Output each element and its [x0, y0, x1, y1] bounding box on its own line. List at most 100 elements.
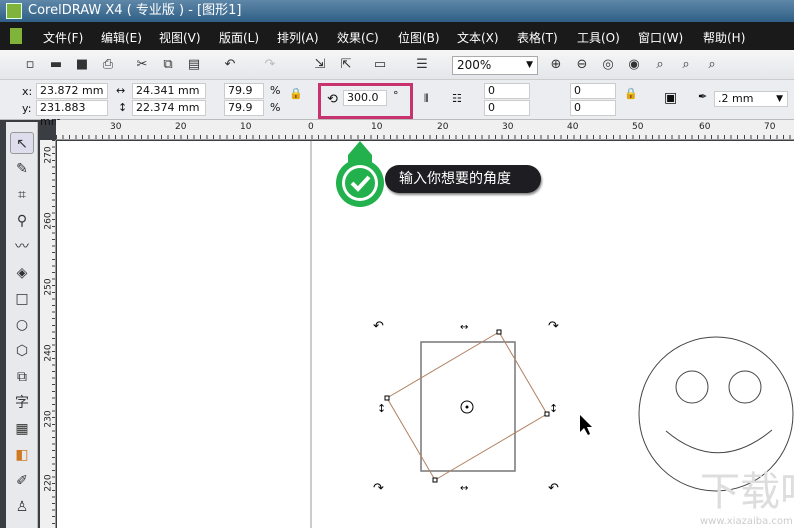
ruler-ticks	[56, 135, 794, 139]
y-label: y:	[22, 102, 32, 115]
lock-ratio-icon[interactable]: 🔒	[289, 87, 303, 100]
mouse-cursor-icon	[580, 415, 592, 435]
rectangle-tool-icon[interactable]: □	[10, 288, 34, 310]
zoom-value: 200%	[457, 58, 492, 72]
skew-handle-icon: ↔	[460, 322, 468, 333]
corner-field-1[interactable]: 0	[484, 83, 530, 99]
wrap-text-icon[interactable]: ▣	[664, 90, 677, 106]
zoom-tool-icon[interactable]: ⚲	[10, 210, 34, 232]
horizontal-ruler[interactable]: 30 20 10 0 10 20 30 40 50 60 70	[56, 120, 794, 140]
table-tool-icon[interactable]: ▦	[10, 418, 34, 440]
height-field[interactable]: 22.374 mm	[132, 100, 206, 116]
polygon-tool-icon[interactable]: ⬡	[10, 340, 34, 362]
menu-effects[interactable]: 效果(C)	[337, 29, 379, 46]
rotate-handle-icon: ↶	[373, 319, 384, 334]
basic-shapes-icon[interactable]: ⧉	[10, 366, 34, 388]
scale-x-field[interactable]: 79.9	[224, 83, 264, 99]
ruler-label: 60	[699, 122, 711, 132]
menu-help[interactable]: 帮助(H)	[703, 29, 745, 46]
menu-edit[interactable]: 编辑(E)	[101, 29, 142, 46]
ruler-label: 10	[371, 122, 383, 132]
new-icon[interactable]: ▫	[22, 57, 38, 73]
interactive-blend-icon[interactable]: ◧	[10, 444, 34, 466]
crop-tool-icon[interactable]: ⌗	[10, 184, 34, 206]
smart-fill-icon[interactable]: ◈	[10, 262, 34, 284]
x-position-field[interactable]: 23.872 mm	[36, 83, 108, 99]
drawing-canvas[interactable]: ↶ ↷ ↷ ↶ ↔ ↔ ↕ ↕ 下载吧 www.xiazaiba.com	[57, 141, 794, 528]
toolbox: ↖ ✎ ⌗ ⚲ 〰 ◈ □ ○ ⬡ ⧉ 字 ▦ ◧ ✐ ♙	[6, 122, 38, 528]
width-field[interactable]: 24.341 mm	[132, 83, 206, 99]
eyedropper-icon[interactable]: ✐	[10, 470, 34, 492]
rotate-handle-icon: ↷	[548, 319, 560, 334]
ruler-label: 40	[567, 122, 579, 132]
text-tool-icon[interactable]: 字	[10, 392, 34, 414]
window-title: CorelDRAW X4 ( 专业版 ) - [图形1]	[28, 3, 242, 18]
menu-file[interactable]: 文件(F)	[43, 29, 83, 46]
percent-label: %	[270, 84, 281, 97]
zoom-selected-icon[interactable]: ◎	[600, 57, 616, 73]
redo-icon[interactable]: ↷	[262, 57, 278, 73]
corner-field-3[interactable]: 0	[570, 83, 616, 99]
chevron-down-icon: ▼	[526, 60, 533, 70]
outline-width-value: .2 mm	[718, 92, 754, 105]
outline-width-select[interactable]: .2 mm ▼	[714, 91, 788, 107]
save-icon[interactable]: ■	[74, 57, 90, 73]
ruler-label: 50	[632, 122, 644, 132]
smiley-face	[638, 336, 794, 492]
app-logo-icon	[6, 3, 22, 19]
chevron-down-icon: ▼	[776, 94, 783, 104]
open-icon[interactable]: ▬	[48, 57, 64, 73]
corner-field-2[interactable]: 0	[484, 100, 530, 116]
menu-table[interactable]: 表格(T)	[517, 29, 558, 46]
x-label: x:	[22, 85, 33, 98]
mirror-horizontal-icon[interactable]: ⫴	[424, 92, 429, 106]
cut-icon[interactable]: ✂	[134, 57, 150, 73]
scale-y-field[interactable]: 79.9	[224, 100, 264, 116]
menu-arrange[interactable]: 排列(A)	[277, 29, 319, 46]
pen-icon: ✒	[698, 90, 708, 103]
ruler-label: 30	[110, 122, 122, 132]
outline-tool-icon[interactable]: ♙	[10, 496, 34, 518]
ruler-label: 30	[502, 122, 514, 132]
menu-view[interactable]: 视图(V)	[159, 29, 201, 46]
menu-text[interactable]: 文本(X)	[457, 29, 499, 46]
ruler-label: 70	[764, 122, 776, 132]
ruler-label: 20	[175, 122, 187, 132]
options-icon[interactable]: ☰	[414, 57, 430, 73]
zoom-height-icon[interactable]: ⌕	[704, 57, 720, 73]
pick-tool-icon[interactable]: ↖	[10, 132, 34, 154]
print-icon[interactable]: ⎙	[100, 57, 116, 73]
green-check-pin-icon	[336, 141, 384, 207]
watermark: 下载吧	[700, 469, 794, 515]
undo-icon[interactable]: ↶	[222, 57, 238, 73]
zoom-level-select[interactable]: 200% ▼	[452, 56, 538, 75]
lock-corners-icon[interactable]: 🔒	[624, 87, 638, 100]
width-icon: ↔	[116, 84, 126, 97]
menu-layout[interactable]: 版面(L)	[219, 29, 259, 46]
vertical-ruler[interactable]: 270 260 250 240 230 220	[40, 140, 56, 528]
zoom-all-icon[interactable]: ◉	[626, 57, 642, 73]
rotation-highlight-box	[318, 83, 413, 119]
menu-tools[interactable]: 工具(O)	[577, 29, 620, 46]
menu-window[interactable]: 窗口(W)	[638, 29, 683, 46]
corner-field-4[interactable]: 0	[570, 100, 616, 116]
canvas-drawing: ↶ ↷ ↷ ↶ ↔ ↔ ↕ ↕ 下载吧 www.xiazaiba.com	[310, 141, 794, 528]
ellipse-tool-icon[interactable]: ○	[10, 314, 34, 336]
rotate-handle-icon: ↶	[548, 481, 559, 496]
mirror-vertical-icon[interactable]: ☷	[452, 92, 462, 105]
skew-handle-icon: ↔	[460, 483, 468, 494]
copy-icon[interactable]: ⧉	[160, 57, 176, 73]
paste-icon[interactable]: ▤	[186, 57, 202, 73]
import-icon[interactable]: ⇲	[312, 57, 328, 73]
zoom-page-icon[interactable]: ⌕	[652, 57, 668, 73]
zoom-width-icon[interactable]: ⌕	[678, 57, 694, 73]
app-launcher-icon[interactable]: ▭	[372, 57, 388, 73]
ruler-label: 0	[308, 122, 314, 132]
freehand-tool-icon[interactable]: 〰	[10, 236, 34, 258]
export-icon[interactable]: ⇱	[338, 57, 354, 73]
shape-tool-icon[interactable]: ✎	[10, 158, 34, 180]
y-position-field[interactable]: 231.883 mm	[36, 100, 108, 128]
zoom-out-icon[interactable]: ⊖	[574, 57, 590, 73]
zoom-in-icon[interactable]: ⊕	[548, 57, 564, 73]
menu-bitmaps[interactable]: 位图(B)	[398, 29, 440, 46]
